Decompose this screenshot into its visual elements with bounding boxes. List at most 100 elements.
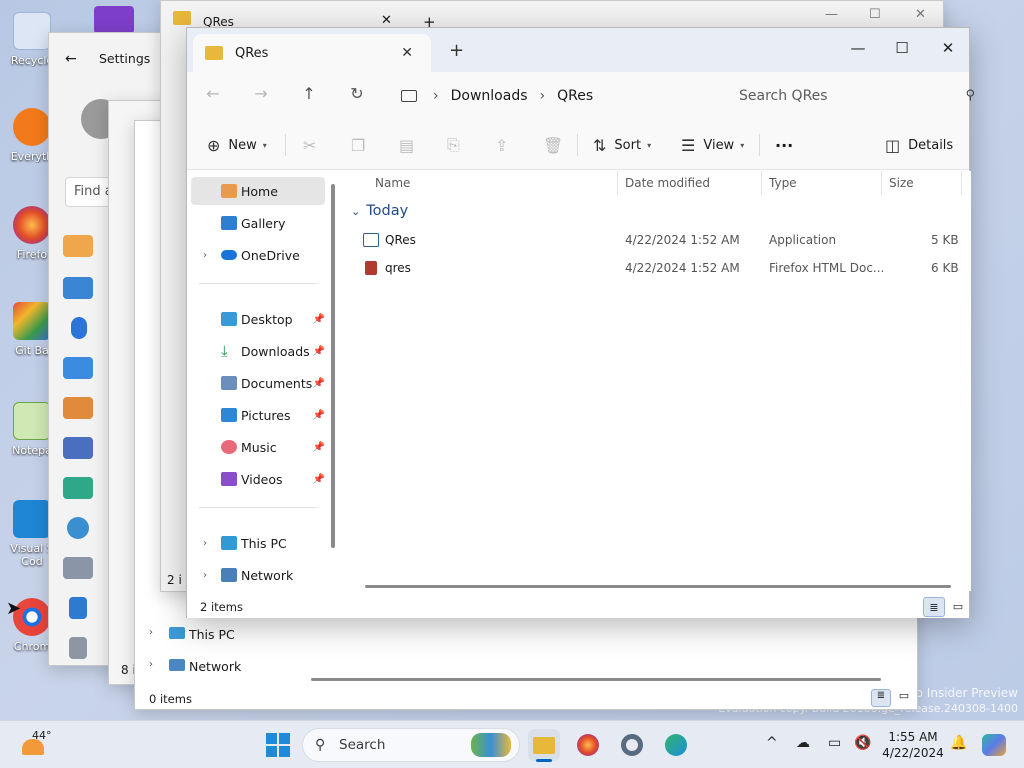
display-icon[interactable]: ▭	[828, 735, 841, 751]
sidebar-item-music[interactable]: Music 📌	[191, 433, 325, 461]
maximize-icon[interactable]: ☐	[869, 7, 881, 22]
sidebar-item-home[interactable]: Home	[191, 177, 325, 205]
notification-bell-icon[interactable]: 🔔	[950, 735, 967, 751]
sort-button[interactable]: ⇅ Sort ▾	[593, 132, 651, 158]
cut-button[interactable]: ✂	[303, 132, 324, 158]
sidebar-item-this-pc[interactable]: This PC	[189, 627, 235, 642]
bluetooth-icon[interactable]	[71, 317, 87, 339]
pin-icon[interactable]: 📌	[313, 442, 325, 453]
maximize-button[interactable]: ☐	[879, 34, 925, 62]
column-divider[interactable]	[881, 171, 882, 195]
details-view-icon[interactable]: ≣	[871, 689, 891, 707]
onedrive-offline-icon[interactable]: ☁	[796, 735, 810, 751]
tiles-view-icon[interactable]: ▭	[947, 597, 969, 617]
breadcrumb-qres[interactable]: QRes	[557, 88, 593, 104]
accessibility-icon[interactable]	[69, 597, 87, 619]
details-view-icon[interactable]: ≣	[923, 597, 945, 617]
column-header-name[interactable]: Name	[375, 171, 410, 195]
more-options-button[interactable]: ···	[775, 132, 793, 158]
taskbar-firefox[interactable]	[572, 729, 604, 761]
expand-chevron[interactable]: ›	[149, 659, 153, 670]
time-language-icon[interactable]	[67, 517, 89, 539]
sidebar-item-downloads[interactable]: ⤓ Downloads 📌	[191, 337, 325, 365]
delete-button[interactable]: 🗑	[543, 132, 571, 158]
column-header-date[interactable]: Date modified	[625, 171, 710, 195]
clock[interactable]: 1:55 AM 4/22/2024	[880, 729, 946, 761]
home-icon[interactable]	[63, 235, 93, 257]
view-button[interactable]: ☰ View ▾	[681, 132, 744, 158]
close-button[interactable]: ✕	[925, 34, 971, 62]
search-input[interactable]: Search QRes ⚲	[727, 80, 975, 112]
chevron-right-icon[interactable]: ›	[540, 88, 546, 104]
taskbar-edge[interactable]	[660, 729, 692, 761]
show-hidden-icons[interactable]: ^	[766, 735, 778, 751]
pin-icon[interactable]: 📌	[313, 314, 325, 325]
wifi-icon[interactable]	[63, 357, 93, 379]
sidebar-item-desktop[interactable]: Desktop 📌	[191, 305, 325, 333]
close-tab-icon[interactable]: ✕	[381, 13, 392, 28]
pin-icon[interactable]: 📌	[313, 474, 325, 485]
column-header-size[interactable]: Size	[889, 171, 914, 195]
chevron-right-icon[interactable]: ›	[203, 570, 207, 581]
up-arrow-icon[interactable]: ↑	[295, 84, 323, 108]
sidebar-item-onedrive[interactable]: › OneDrive	[191, 241, 325, 269]
apps-icon[interactable]	[63, 437, 93, 459]
chevron-right-icon[interactable]: ›	[433, 88, 439, 104]
tab-qres[interactable]: QRes ✕	[193, 34, 431, 72]
table-row[interactable]: QRes 4/22/2024 1:52 AM Application 5 KB	[353, 227, 959, 255]
taskbar-file-explorer[interactable]	[528, 729, 560, 762]
copy-button[interactable]: ❐	[351, 132, 373, 158]
start-button[interactable]	[262, 729, 294, 761]
sidebar-item-videos[interactable]: Videos 📌	[191, 465, 325, 493]
navigation-scrollbar[interactable]	[331, 184, 335, 548]
gaming-icon[interactable]	[63, 557, 93, 579]
minimize-button[interactable]: —	[835, 34, 881, 62]
horizontal-scrollbar[interactable]	[311, 678, 881, 681]
sidebar-item-pictures[interactable]: Pictures 📌	[191, 401, 325, 429]
sidebar-item-documents[interactable]: Documents 📌	[191, 369, 325, 397]
pin-icon[interactable]: 📌	[313, 410, 325, 421]
refresh-icon[interactable]: ↻	[343, 84, 371, 108]
breadcrumb-downloads[interactable]: Downloads	[451, 88, 528, 104]
new-tab-button[interactable]: +	[449, 40, 464, 61]
visual-studio-icon[interactable]	[94, 6, 134, 34]
rename-button[interactable]: ⎘	[447, 132, 468, 158]
close-tab-icon[interactable]: ✕	[401, 45, 413, 61]
breadcrumb[interactable]: › Downloads › QRes	[393, 80, 713, 112]
paste-button[interactable]: ▤	[399, 132, 422, 158]
sidebar-item-network[interactable]: Network	[189, 659, 241, 674]
sidebar-item-network[interactable]: › Network	[191, 561, 325, 589]
copilot-button[interactable]	[978, 729, 1010, 761]
file-explorer-window[interactable]: QRes ✕ + — ☐ ✕ ← → ↑ ↻ › Downloads › QRe…	[186, 27, 975, 618]
table-row[interactable]: qres 4/22/2024 1:52 AM Firefox HTML Doc.…	[353, 255, 959, 283]
volume-muted-icon[interactable]: 🔇	[854, 735, 871, 751]
sidebar-item-gallery[interactable]: Gallery	[191, 209, 325, 237]
accounts-icon[interactable]	[63, 477, 93, 499]
pin-icon[interactable]: 📌	[313, 378, 325, 389]
sidebar-item-this-pc[interactable]: › This PC	[191, 529, 325, 557]
column-header-type[interactable]: Type	[769, 171, 797, 195]
expand-chevron[interactable]: ›	[149, 627, 153, 638]
details-pane-button[interactable]: ◫ Details	[885, 132, 953, 158]
system-icon[interactable]	[63, 277, 93, 299]
taskbar-search[interactable]: ⚲ Search	[302, 728, 520, 762]
privacy-shield-icon[interactable]	[69, 637, 87, 659]
close-icon[interactable]: ✕	[915, 7, 926, 22]
horizontal-scrollbar[interactable]	[365, 585, 951, 588]
group-header-today[interactable]: ⌄ Today	[351, 203, 408, 219]
minimize-icon[interactable]: —	[825, 7, 838, 22]
new-button[interactable]: ⊕ New ▾	[207, 132, 267, 158]
personalization-icon[interactable]	[63, 397, 93, 419]
back-arrow-icon[interactable]: ←	[65, 51, 77, 67]
forward-arrow-icon[interactable]: →	[247, 84, 275, 108]
pin-icon[interactable]: 📌	[313, 346, 325, 357]
column-divider[interactable]	[761, 171, 762, 195]
taskbar-settings[interactable]	[616, 729, 648, 761]
back-arrow-icon[interactable]: ←	[199, 84, 227, 108]
share-button[interactable]: ⇪	[495, 132, 516, 158]
tiles-view-icon[interactable]: ▭	[895, 689, 913, 707]
column-divider[interactable]	[961, 171, 962, 195]
chevron-right-icon[interactable]: ›	[203, 250, 207, 261]
chevron-right-icon[interactable]: ›	[203, 538, 207, 549]
column-divider[interactable]	[617, 171, 618, 195]
